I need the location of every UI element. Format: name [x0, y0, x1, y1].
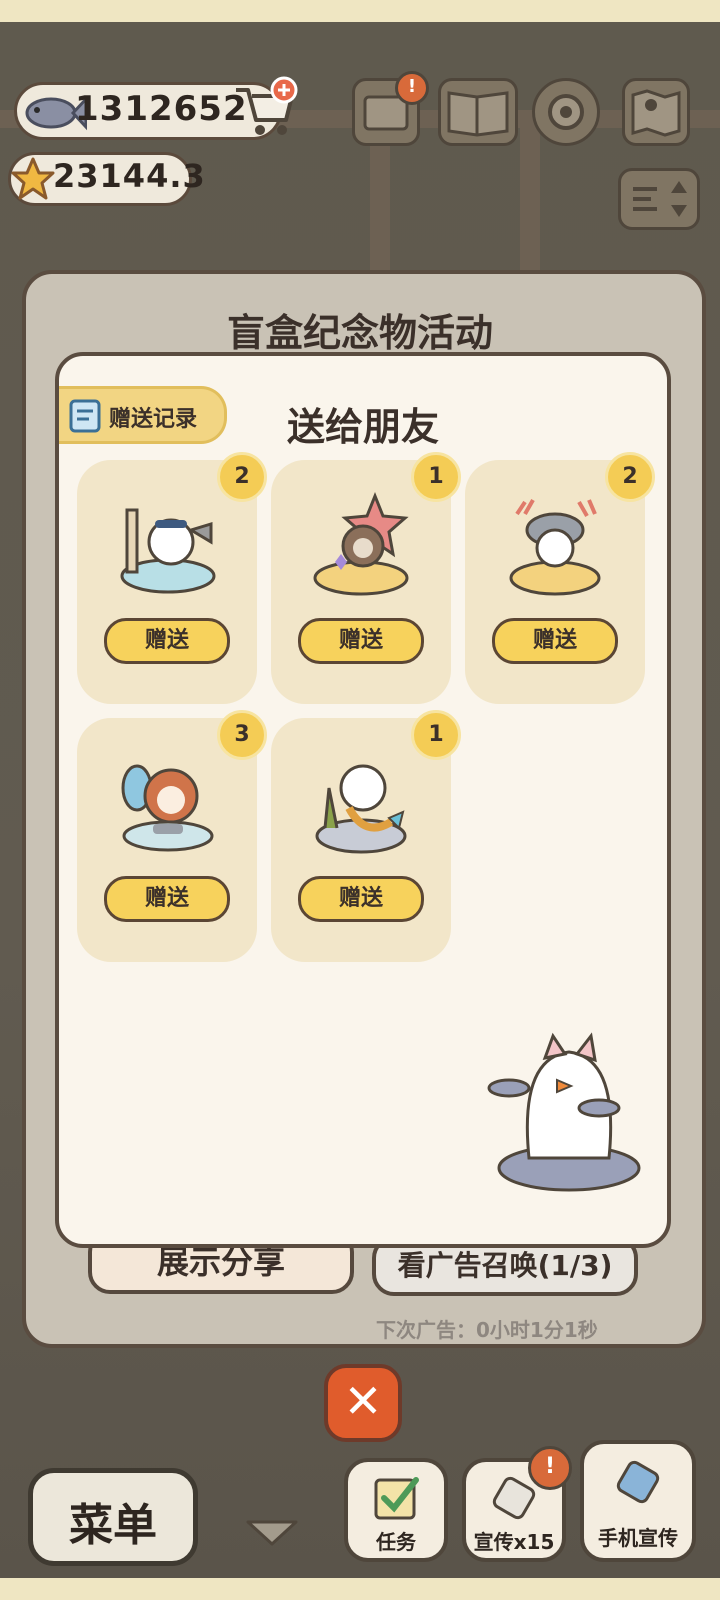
- collapse-arrow-button[interactable]: [244, 1518, 300, 1546]
- chicken-cat-mascot-icon: [487, 1032, 641, 1192]
- map-button[interactable]: [622, 78, 690, 146]
- count-badge: 2: [217, 452, 267, 502]
- coral-cat-souvenir-icon: [509, 499, 601, 596]
- sort-button[interactable]: [618, 168, 700, 230]
- alert-badge-icon: !: [528, 1446, 572, 1490]
- souvenir-item: 2 赠送: [77, 452, 267, 704]
- shop-cart-button[interactable]: [232, 76, 300, 138]
- gift-button-label: 赠送: [144, 628, 189, 653]
- promote-button[interactable]: 宣传x15 !: [462, 1446, 572, 1562]
- phone-promo-label: 手机宣传: [598, 1526, 678, 1550]
- close-icon: ✕: [343, 1374, 383, 1428]
- gift-button[interactable]: 赠送: [298, 876, 424, 922]
- cart-icon: [236, 76, 298, 135]
- gift-button[interactable]: 赠送: [104, 618, 230, 664]
- menu-label: 菜单: [69, 1500, 157, 1551]
- starfish-cat-souvenir-icon: [313, 491, 409, 596]
- gift-button-label: 赠送: [532, 628, 577, 653]
- gift-record-label: 赠送记录: [109, 407, 198, 432]
- sailor-cat-souvenir-icon: [120, 508, 216, 594]
- souvenir-item: 1 赠送: [271, 710, 461, 962]
- promote-label: 宣传x15: [473, 1530, 555, 1554]
- chevron-down-icon: [246, 1520, 298, 1546]
- alert-badge-icon: !: [395, 71, 429, 105]
- count-badge: 2: [605, 452, 655, 502]
- tasks-label: 任务: [376, 1530, 416, 1554]
- mermaid-cat-souvenir-icon: [315, 764, 407, 854]
- souvenir-item: 1 赠送: [271, 452, 461, 704]
- star-icon: [11, 157, 55, 200]
- checkbox-icon: [374, 1477, 419, 1520]
- gift-panel: 送给朋友 赠送记录 2 赠送 1 赠送 2 赠送 3 赠送 1 赠送: [55, 352, 671, 1248]
- menu-button[interactable]: 菜单: [28, 1468, 198, 1566]
- gift-button[interactable]: 赠送: [492, 618, 618, 664]
- watch-ad-label: 看广告召唤(1/3): [397, 1249, 613, 1282]
- settings-button[interactable]: [532, 78, 600, 146]
- bottom-strip: [0, 1578, 720, 1600]
- map-icon: [631, 89, 681, 137]
- count-badge: 1: [411, 452, 461, 502]
- book-icon: [447, 91, 509, 137]
- gift-button[interactable]: 赠送: [104, 876, 230, 922]
- tasks-button[interactable]: 任务: [344, 1458, 448, 1562]
- clipboard-icon: [69, 399, 101, 433]
- gift-button-label: 赠送: [338, 628, 383, 653]
- gear-icon: [548, 94, 584, 130]
- count-badge: 3: [217, 710, 267, 760]
- fish-count: 1312652: [75, 89, 248, 129]
- modal-title: 盲盒纪念物活动: [226, 311, 493, 355]
- souvenir-item: 3 赠送: [77, 710, 267, 962]
- sort-icon: [633, 181, 687, 217]
- gift-record-button[interactable]: 赠送记录: [59, 386, 227, 444]
- next-ad-timer: 下次广告：0小时1分1秒: [376, 1318, 598, 1342]
- crab-cat-souvenir-icon: [121, 764, 214, 852]
- gift-button[interactable]: 赠送: [298, 618, 424, 664]
- phone-icon: [616, 1460, 660, 1504]
- mail-button[interactable]: !: [352, 71, 429, 146]
- gift-button-label: 赠送: [144, 886, 189, 911]
- star-counter: 23144.3: [8, 152, 205, 206]
- souvenir-item: 2 赠送: [465, 452, 655, 704]
- close-button[interactable]: ✕: [324, 1364, 402, 1442]
- star-count: 23144.3: [53, 157, 206, 195]
- gift-button-label: 赠送: [338, 886, 383, 911]
- album-button[interactable]: [438, 78, 518, 146]
- share-label: 展示分享: [156, 1243, 285, 1281]
- count-badge: 1: [411, 710, 461, 760]
- phone-promo-button[interactable]: 手机宣传: [580, 1440, 696, 1562]
